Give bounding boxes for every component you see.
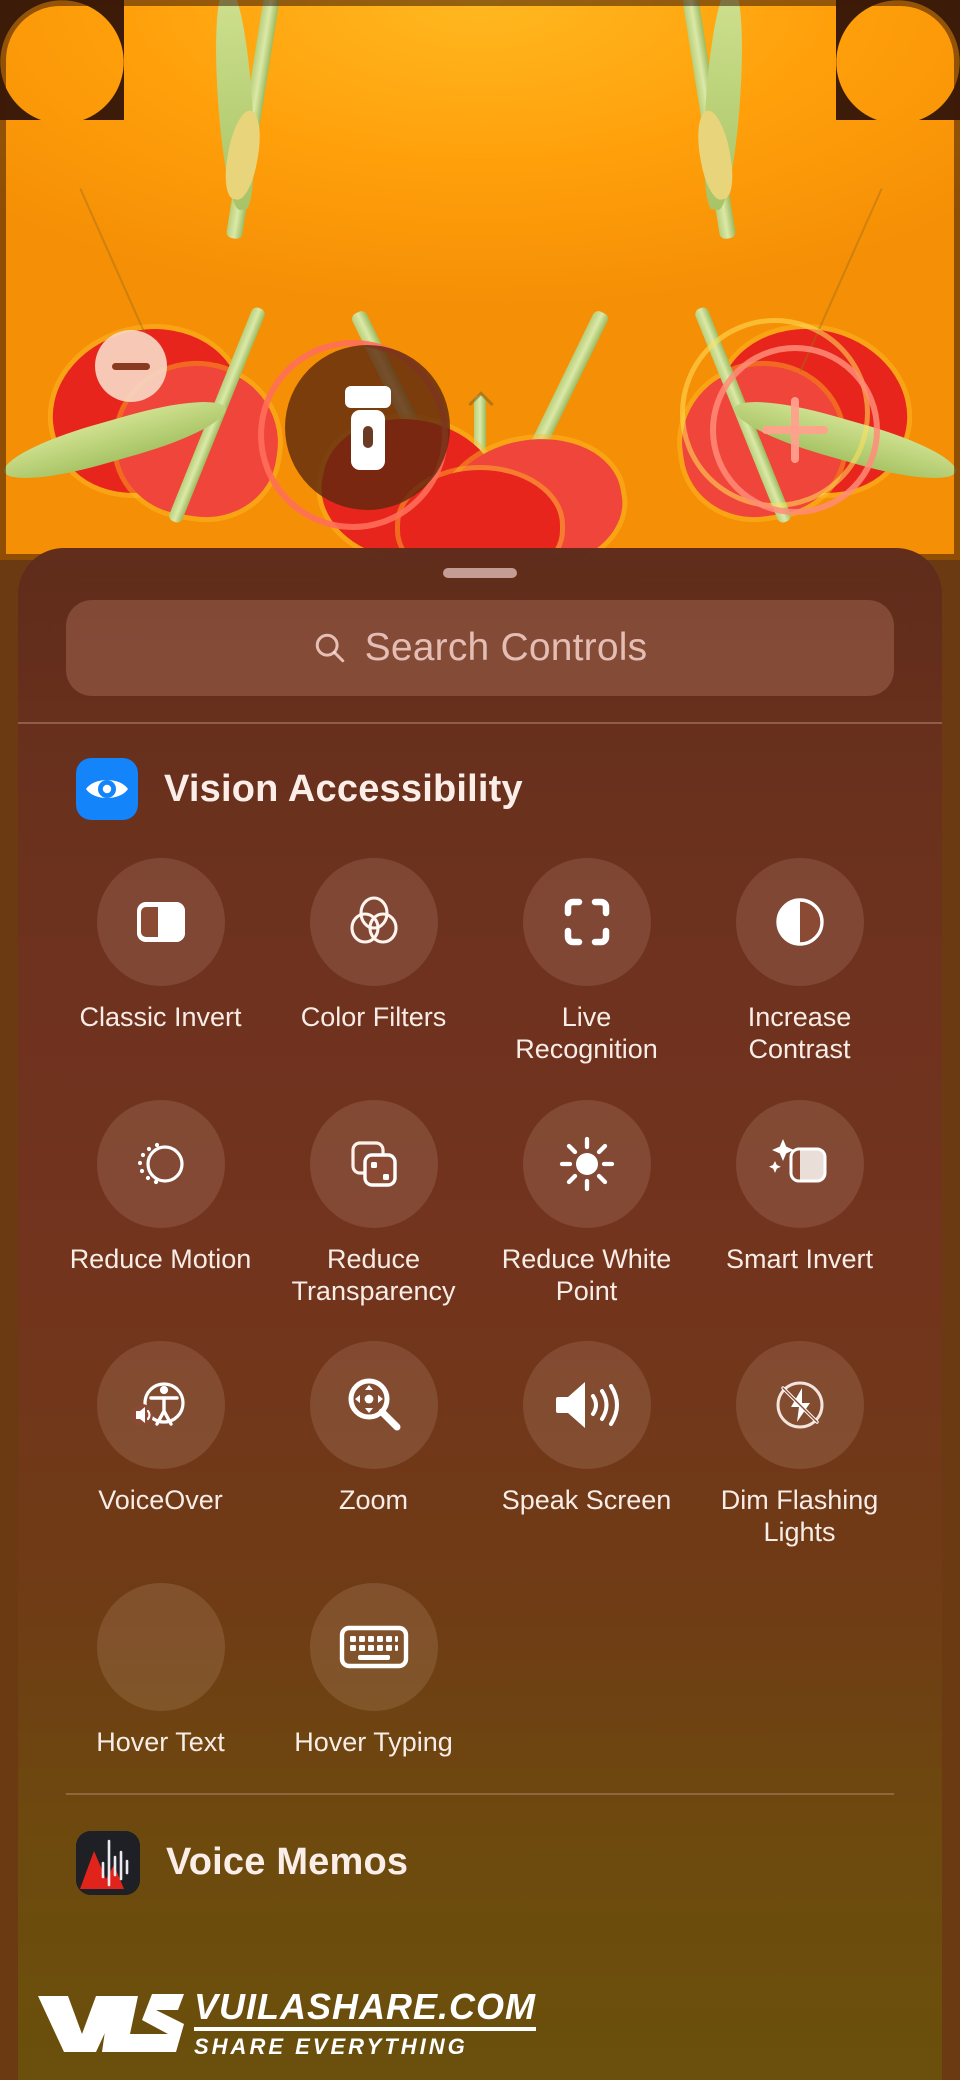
control-reduce-white-point[interactable]: Reduce White Point <box>480 1099 693 1308</box>
control-label: Classic Invert <box>79 1002 242 1032</box>
control-increase-contrast[interactable]: Increase Contrast <box>693 858 906 1066</box>
section-header-vision-accessibility: Vision Accessibility <box>18 724 942 820</box>
section-header-voice-memos: Voice Memos <box>18 1795 942 1895</box>
control-reduce-transparency[interactable]: Reduce Transparency <box>267 1099 480 1308</box>
control-label: Increase Contrast <box>747 1002 852 1064</box>
section-title: Vision Accessibility <box>164 767 523 810</box>
grid-empty-cell <box>693 1583 906 1759</box>
reduce-transparency-icon <box>350 1141 397 1187</box>
control-hover-text[interactable]: Hover Text <box>54 1583 267 1759</box>
watermark: VUILASHARE.COM SHARE EVERYTHING <box>34 1986 537 2059</box>
control-live-recognition[interactable]: Live Recognition <box>480 858 693 1066</box>
control-bubble[interactable] <box>735 1099 864 1228</box>
grid-row-gap <box>693 1553 906 1579</box>
grid-row-gap <box>693 1311 906 1337</box>
control-label: VoiceOver <box>98 1485 223 1516</box>
watermark-tagline: SHARE EVERYTHING <box>194 2034 468 2059</box>
grid-row-gap <box>267 1553 480 1579</box>
grid-empty-cell <box>480 1583 693 1759</box>
vls-logo-icon <box>38 1994 184 2052</box>
search-icon <box>315 633 344 663</box>
control-bubble[interactable] <box>309 1583 438 1712</box>
control-bubble[interactable] <box>522 1099 651 1228</box>
grid-row-gap <box>480 1553 693 1579</box>
control-bubble[interactable] <box>309 1099 438 1228</box>
eye-icon <box>76 758 138 820</box>
control-label: Speak Screen <box>501 1485 672 1516</box>
control-label: Smart Invert <box>725 1243 874 1274</box>
flashlight-control-button[interactable] <box>285 345 450 510</box>
live-recognition-icon <box>564 898 609 946</box>
search-controls-field[interactable]: Search Controls <box>66 600 894 696</box>
minus-icon <box>112 362 150 370</box>
color-filters-icon <box>349 896 398 944</box>
control-bubble[interactable] <box>96 1099 225 1228</box>
control-classic-invert[interactable]: Classic Invert <box>54 858 267 1066</box>
control-bubble[interactable] <box>309 858 438 986</box>
control-voiceover[interactable]: VoiceOver <box>54 1341 267 1549</box>
increase-contrast-icon <box>775 898 824 946</box>
zoom-icon <box>348 1378 400 1431</box>
control-hover-typing[interactable]: Hover Typing <box>267 1583 480 1759</box>
grid-row-gap <box>267 1070 480 1096</box>
grid-row-gap <box>267 1311 480 1337</box>
grid-row-gap <box>693 1070 906 1096</box>
plus-icon <box>762 426 828 434</box>
control-bubble[interactable] <box>96 1583 225 1712</box>
hover-typing-icon <box>339 1625 408 1669</box>
control-bubble[interactable] <box>522 858 651 986</box>
grid-row-gap <box>54 1070 267 1096</box>
speak-screen-icon <box>555 1382 619 1429</box>
control-smart-invert[interactable]: Smart Invert <box>693 1099 906 1308</box>
smart-invert-icon <box>768 1138 826 1183</box>
control-speak-screen[interactable]: Speak Screen <box>480 1341 693 1549</box>
control-label: Hover Typing <box>294 1727 453 1758</box>
grid-row-gap <box>54 1311 267 1337</box>
control-label: Color Filters <box>300 1002 447 1032</box>
control-reduce-motion[interactable]: Reduce Motion <box>54 1099 267 1308</box>
control-label: Reduce Transparency <box>291 1243 456 1306</box>
control-label: Dim Flashing Lights <box>720 1485 879 1548</box>
classic-invert-icon <box>136 902 185 942</box>
search-placeholder-text: Search Controls <box>364 626 648 669</box>
collapse-caret-icon <box>468 391 494 417</box>
grid-row-gap <box>480 1070 693 1096</box>
sheet-drag-handle[interactable] <box>443 568 517 578</box>
voice-memos-app-icon <box>76 1830 140 1895</box>
reduce-motion-icon <box>137 1142 184 1184</box>
control-zoom[interactable]: Zoom <box>267 1341 480 1549</box>
dim-flashing-lights-icon <box>776 1381 823 1429</box>
control-bubble[interactable] <box>309 1341 438 1470</box>
control-color-filters[interactable]: Color Filters <box>267 858 480 1066</box>
control-bubble[interactable] <box>522 1341 651 1470</box>
control-bubble[interactable] <box>735 858 864 986</box>
reduce-white-point-icon <box>559 1136 614 1191</box>
control-label: Zoom <box>338 1485 409 1516</box>
watermark-domain: VUILASHARE.COM <box>194 1989 537 2031</box>
control-center-sheet: Search Controls Vision Accessibility Cla… <box>18 548 942 2080</box>
control-label: Reduce Motion <box>69 1243 252 1274</box>
control-bubble[interactable] <box>96 1341 225 1470</box>
grid-row-gap <box>480 1311 693 1337</box>
control-bubble[interactable] <box>735 1341 864 1470</box>
grid-row-gap <box>54 1553 267 1579</box>
flashlight-icon <box>344 385 391 470</box>
remove-control-button[interactable] <box>95 330 167 402</box>
control-label: Hover Text <box>96 1727 225 1758</box>
control-label: Live Recognition <box>515 1002 658 1064</box>
control-dim-flashing-lights[interactable]: Dim Flashing Lights <box>693 1341 906 1549</box>
section-title: Voice Memos <box>166 1841 409 1884</box>
control-label: Reduce White Point <box>501 1243 672 1306</box>
vision-accessibility-controls-grid: Classic Invert Color Filters Live Recogn… <box>18 820 942 1759</box>
control-bubble[interactable] <box>96 858 225 986</box>
add-control-button[interactable] <box>710 345 880 515</box>
wallpaper <box>0 0 960 560</box>
voiceover-icon <box>130 1382 185 1427</box>
